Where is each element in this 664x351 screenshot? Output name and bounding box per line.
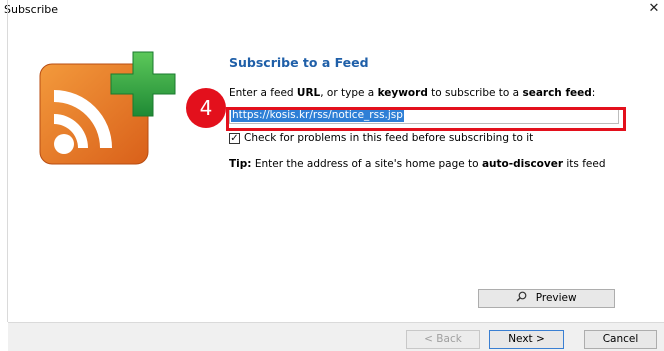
check-problems-checkbox[interactable]: ✓ xyxy=(229,132,240,144)
divider xyxy=(8,322,664,323)
annotation-highlight-box xyxy=(226,107,626,131)
dialog-heading: Subscribe to a Feed xyxy=(229,55,369,70)
rss-plus-icon xyxy=(38,44,188,172)
title-bar: Subscribe ✕ xyxy=(0,0,664,20)
close-icon[interactable]: ✕ xyxy=(646,0,662,18)
back-button[interactable]: < Back xyxy=(406,330,480,349)
instruction-text: Enter a feed URL, or type a keyword to s… xyxy=(229,87,596,99)
preview-button[interactable]: Preview xyxy=(478,289,615,308)
subscribe-dialog: Subscribe ✕ Subscribe to a Feed Enter a … xyxy=(0,0,664,351)
step-number-badge: 4 xyxy=(186,88,226,128)
check-problems-row[interactable]: ✓ Check for problems in this feed before… xyxy=(229,132,533,144)
window-frame xyxy=(7,0,8,322)
search-icon xyxy=(516,291,535,304)
cancel-button[interactable]: Cancel xyxy=(584,330,657,349)
button-bar xyxy=(8,322,664,351)
preview-label: Preview xyxy=(535,292,577,304)
window-title: Subscribe xyxy=(4,3,59,16)
check-problems-label[interactable]: Check for problems in this feed before s… xyxy=(244,132,533,144)
tip-text: Tip: Enter the address of a site's home … xyxy=(229,158,606,170)
next-button[interactable]: Next > xyxy=(489,330,564,349)
